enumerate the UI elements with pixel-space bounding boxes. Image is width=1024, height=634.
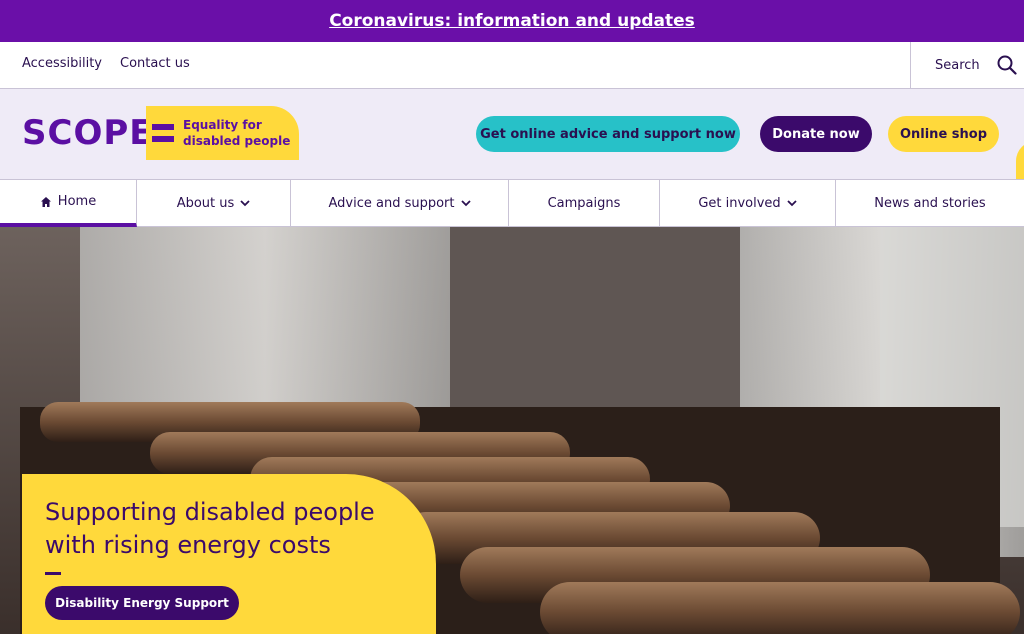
search-label: Search	[935, 57, 980, 73]
nav-get-involved-label: Get involved	[698, 196, 781, 211]
chevron-down-icon	[240, 200, 250, 207]
nav-get-involved[interactable]: Get involved	[660, 180, 836, 227]
search-icon	[997, 55, 1017, 75]
decorative-shape	[1016, 141, 1024, 179]
accessibility-link[interactable]: Accessibility	[22, 56, 102, 71]
online-shop-button[interactable]: Online shop	[888, 116, 999, 152]
nav-home-label: Home	[57, 194, 97, 209]
search-button[interactable]: Search	[910, 42, 1024, 88]
nav-news-stories-label: News and stories	[874, 196, 986, 211]
nav-about-us[interactable]: About us	[137, 180, 291, 227]
chevron-down-icon	[460, 200, 471, 207]
donate-button[interactable]: Donate now	[760, 116, 872, 152]
energy-support-button[interactable]: Disability Energy Support	[45, 586, 239, 620]
nav-campaigns[interactable]: Campaigns	[509, 180, 660, 227]
hero: Supporting disabled people with rising e…	[0, 227, 1024, 634]
logo-equals-icon	[152, 124, 174, 144]
alert-banner: Coronavirus: information and updates	[0, 0, 1024, 42]
nav-home[interactable]: Home	[0, 180, 137, 227]
nav-campaigns-label: Campaigns	[547, 196, 621, 211]
online-advice-button[interactable]: Get online advice and support now	[476, 116, 740, 152]
hero-divider	[45, 572, 61, 575]
chevron-down-icon	[787, 200, 797, 207]
nav-about-us-label: About us	[176, 196, 235, 211]
logo-tagline: Equality for disabled people	[183, 118, 291, 148]
utility-bar: Accessibility Contact us Search	[0, 42, 1024, 89]
coronavirus-link[interactable]: Coronavirus: information and updates	[329, 11, 695, 31]
hero-title: Supporting disabled people with rising e…	[45, 498, 375, 559]
hero-card: Supporting disabled people with rising e…	[22, 474, 436, 634]
main-navigation: Home About us Advice and support Campaig…	[0, 179, 1024, 227]
logo-text: SCOPE	[22, 113, 154, 153]
nav-advice-support-label: Advice and support	[328, 196, 455, 211]
site-header: SCOPE Equality for disabled people Get o…	[0, 89, 1024, 179]
nav-advice-support[interactable]: Advice and support	[291, 180, 509, 227]
home-icon	[40, 196, 51, 207]
nav-news-stories[interactable]: News and stories	[836, 180, 1024, 227]
contact-us-link[interactable]: Contact us	[120, 56, 190, 71]
